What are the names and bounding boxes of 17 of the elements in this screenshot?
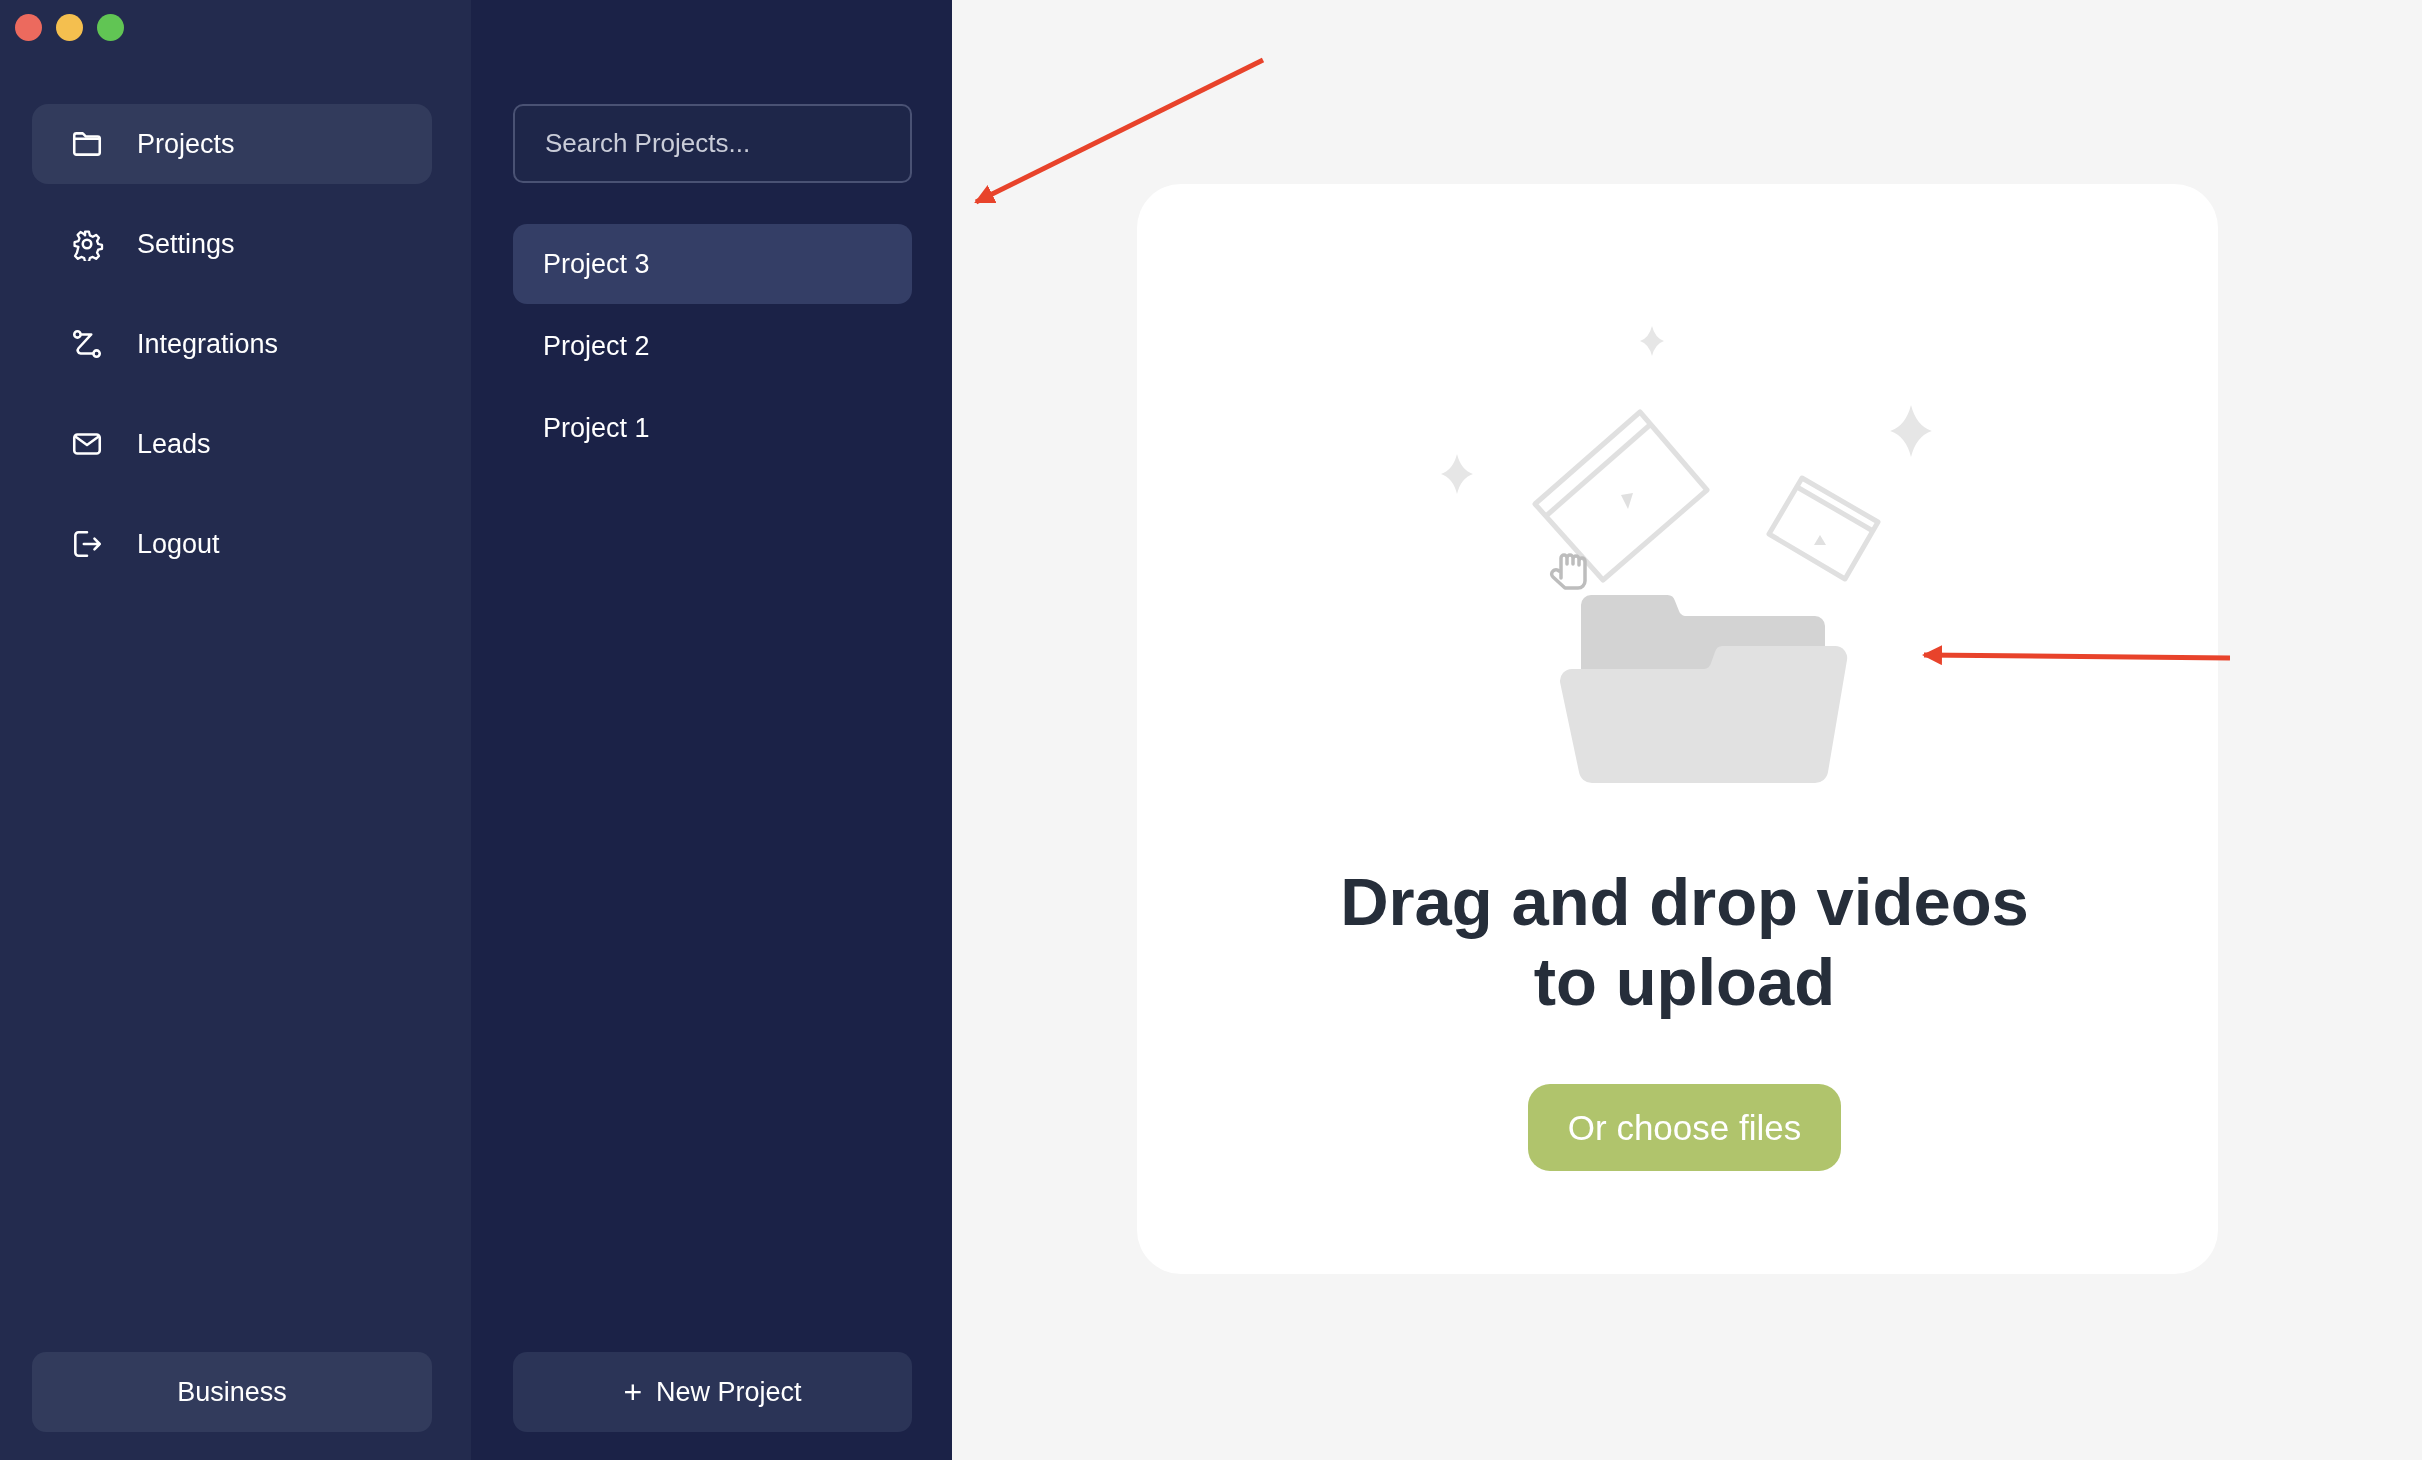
nav-item[interactable]: Settings (32, 204, 432, 284)
nav-item[interactable]: Logout (32, 504, 432, 584)
nav-item[interactable]: Projects (32, 104, 432, 184)
business-button[interactable]: Business (32, 1352, 432, 1432)
upload-heading: Drag and drop videos to upload (1339, 863, 2030, 1021)
search-field[interactable]: Search Projects... (513, 104, 912, 183)
nav-item[interactable]: Integrations (32, 304, 432, 384)
project-item[interactable]: Project 1 (513, 388, 912, 468)
settings-icon (70, 227, 104, 261)
new-project-button[interactable]: + New Project (513, 1352, 912, 1432)
project-item[interactable]: Project 2 (513, 306, 912, 386)
close-button[interactable] (15, 14, 42, 41)
nav-item[interactable]: Leads (32, 404, 432, 484)
project-item[interactable]: Project 3 (513, 224, 912, 304)
zoom-button[interactable] (97, 14, 124, 41)
route-icon (70, 327, 104, 361)
minimize-button[interactable] (56, 14, 83, 41)
